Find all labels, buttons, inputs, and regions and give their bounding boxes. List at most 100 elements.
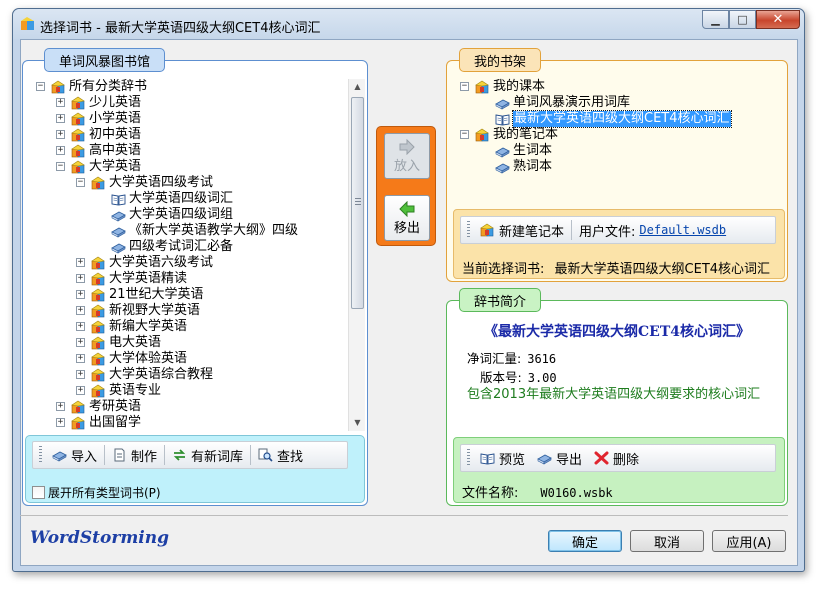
tree-item[interactable]: + 考研英语 [56,399,141,415]
import-label: 导入 [71,449,98,465]
tree-item[interactable]: 单词风暴演示用词库 [495,95,630,111]
tree-item[interactable]: + 大学体验英语 [76,351,187,367]
toolbar-grip-icon [39,446,42,464]
tree-item[interactable]: + 新视野大学英语 [76,303,200,319]
tree-item[interactable]: 生词本 [495,143,552,159]
new-dict-button[interactable]: 有新词库 [166,443,249,467]
move-out-button[interactable]: 移出 [384,195,430,241]
expand-toggle-icon[interactable]: + [56,130,65,139]
dict-book-title: 《最新大学英语四级大纲CET4核心词汇》 [484,324,750,340]
expand-toggle-icon[interactable]: + [76,322,85,331]
tree-item[interactable]: + 大学英语综合教程 [76,367,213,383]
tree-item[interactable]: + 大学英语精读 [76,271,187,287]
closed-book-icon [111,240,126,254]
collapse-toggle-icon[interactable]: − [76,178,85,187]
collapse-toggle-icon[interactable]: − [56,162,65,171]
tree-item[interactable]: 四级考试词汇必备 [111,239,233,255]
make-button[interactable]: 制作 [106,443,163,467]
delete-x-icon [594,451,609,465]
expand-toggle-icon[interactable]: + [76,290,85,299]
category-cube-icon [91,176,106,190]
tree-item[interactable]: + 电大英语 [76,335,161,351]
expand-toggle-icon[interactable]: + [76,258,85,267]
bookshelf-tree[interactable]: − 我的课本 单词风暴演示用词库 最新大学英语四级大纲CET4核心词汇 − 我的笔记本 生词… [453,79,783,207]
tree-item-label: 初中英语 [89,127,142,142]
expand-toggle-icon[interactable]: + [76,274,85,283]
expand-all-checkbox[interactable] [32,486,45,499]
tree-item[interactable]: + 小学英语 [56,111,142,127]
tree-item[interactable]: 大学英语四级词组 [111,207,233,223]
library-title: 单词风暴图书馆 [44,48,166,72]
tree-item[interactable]: + 少儿英语 [56,95,141,111]
tree-item[interactable]: 最新大学英语四级大纲CET4核心词汇 [495,110,732,128]
maximize-button[interactable]: □ [729,10,756,29]
tree-item-label: 《新大学英语教学大纲》四级 [129,223,299,238]
tree-item-label: 出国留学 [89,415,142,430]
library-tree[interactable]: − 所有分类辞书 + 少儿英语 + 小学英语 + 初中英语 + 高中英语 − 大学英语 − 大学英语四级考… [29,79,347,431]
expand-toggle-icon[interactable]: + [56,98,65,107]
collapse-toggle-icon[interactable]: − [36,82,45,91]
arrow-left-icon [399,200,415,217]
toolbar-separator [104,445,106,465]
tree-item[interactable]: + 初中英语 [56,127,142,143]
scroll-up-arrow-icon[interactable]: ▲ [349,79,366,95]
tree-item[interactable]: − 大学英语 [56,159,141,175]
expand-toggle-icon[interactable]: + [76,306,85,315]
tree-item[interactable]: 《新大学英语教学大纲》四级 [111,223,298,239]
import-button[interactable]: 导入 [46,443,103,467]
apply-button[interactable]: 应用(A) [712,530,786,552]
export-button[interactable]: 导出 [531,446,588,470]
expand-toggle-icon[interactable]: + [56,418,65,427]
scroll-down-arrow-icon[interactable]: ▼ [349,415,366,431]
dict-description: 包含2013年最新大学英语四级大纲要求的核心词汇 [467,387,761,402]
tree-item[interactable]: + 大学英语六级考试 [76,255,213,271]
preview-button[interactable]: 预览 [474,446,531,470]
tree-item[interactable]: − 大学英语四级考试 [76,175,213,191]
new-notebook-label: 新建笔记本 [499,224,565,240]
scroll-thumb[interactable] [351,97,364,309]
collapse-toggle-icon[interactable]: − [460,130,469,139]
tree-item-label: 小学英语 [89,111,142,126]
version-label: 版本号: [480,370,522,385]
delete-button[interactable]: 删除 [588,446,645,470]
expand-toggle-icon[interactable]: + [76,354,85,363]
expand-toggle-icon[interactable]: + [76,370,85,379]
expand-toggle-icon[interactable]: + [76,338,85,347]
expand-toggle-icon[interactable]: + [76,386,85,395]
open-book-icon [111,192,126,206]
toolbar-grip-icon [467,449,470,467]
close-button[interactable]: ✕ [756,10,800,29]
collapse-toggle-icon[interactable]: − [460,82,469,91]
tree-item[interactable]: + 新编大学英语 [76,319,187,335]
tree-item[interactable]: + 英语专业 [76,383,161,399]
tree-item[interactable]: − 我的课本 [460,79,545,95]
tree-item[interactable]: +21世纪大学英语 [76,287,204,303]
tree-item-label: 最新大学英语四级大纲CET4核心词汇 [512,110,732,128]
expand-toggle-icon[interactable]: + [56,146,65,155]
category-cube-icon [91,384,106,398]
tree-item[interactable]: + 高中英语 [56,143,141,159]
new-notebook-button[interactable]: 新建笔记本 [474,218,570,242]
find-button[interactable]: 查找 [252,443,309,467]
expand-toggle-icon[interactable]: + [56,114,65,123]
tree-item[interactable]: − 我的笔记本 [460,127,559,143]
tree-item-label: 我的笔记本 [493,127,559,142]
arrow-right-icon [399,138,415,155]
title-bar[interactable]: 选择词书 - 最新大学英语四级大纲CET4核心词汇 ▁ □ ✕ [13,9,804,39]
category-cube-icon [71,128,86,142]
library-scrollbar[interactable]: ▲ ▼ [348,79,365,431]
tree-item[interactable]: − 所有分类辞书 [36,79,148,95]
put-in-button[interactable]: 放入 [384,133,430,179]
expand-toggle-icon[interactable]: + [56,402,65,411]
user-file-link[interactable]: Default.wsdb [639,223,726,237]
tree-item[interactable]: 熟词本 [495,159,552,175]
new-notebook-icon [480,223,495,237]
tree-item-label: 所有分类辞书 [69,79,148,94]
tree-item[interactable]: 大学英语四级词汇 [111,191,233,207]
tree-item[interactable]: + 出国留学 [56,415,142,431]
dict-info-title: 辞书简介 [459,288,542,312]
cancel-button[interactable]: 取消 [630,530,704,552]
ok-button[interactable]: 确定 [548,530,622,552]
expand-all-checkbox-row[interactable]: 展开所有类型词书(P) [32,484,161,501]
minimize-button[interactable]: ▁ [702,10,729,29]
